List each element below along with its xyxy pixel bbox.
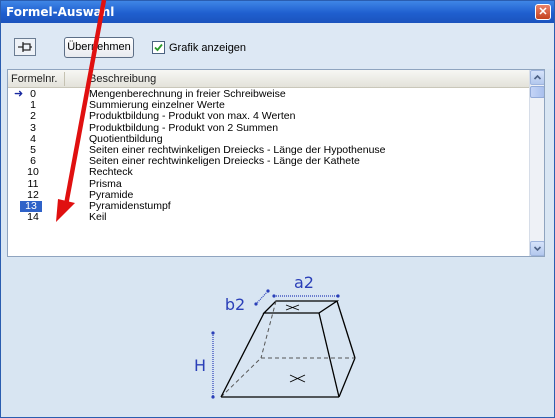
list-scrollbar[interactable] (529, 70, 544, 256)
show-graphic-label: Grafik anzeigen (169, 41, 247, 54)
table-row[interactable]: 11 Prisma (8, 177, 530, 190)
checkmark-icon (154, 43, 163, 52)
formula-description: Keil (89, 211, 107, 224)
scroll-thumb[interactable] (530, 86, 544, 98)
list-header: Formelnr. Beschreibung (8, 70, 530, 88)
formula-description: Prisma (89, 177, 122, 190)
column-header-formula-number[interactable]: Formelnr. (11, 73, 57, 85)
formula-number: 3 (30, 121, 36, 134)
formula-number: 14 (27, 211, 39, 224)
label-h: H (194, 356, 206, 375)
formula-list[interactable]: Formelnr. Beschreibung ➜ 0 Mengenberechn… (7, 69, 545, 257)
close-button[interactable]: ✕ (535, 4, 551, 20)
window-title: Formel-Auswahl (6, 5, 115, 19)
scroll-down-button[interactable] (530, 241, 544, 256)
list-rows: ➜ 0 Mengenberechnung in freier Schreibwe… (8, 89, 530, 223)
table-row[interactable]: 3 Produktbildung - Produkt von 2 Summen (8, 121, 530, 134)
table-row[interactable]: 2 Produktbildung - Produkt von max. 4 We… (8, 111, 530, 122)
apply-button[interactable]: Übernehmen (64, 37, 134, 58)
table-row[interactable]: 10 Rechteck (8, 167, 530, 178)
formula-number: 11 (27, 177, 39, 190)
table-row[interactable]: 14 Keil (8, 212, 530, 223)
formula-description: Rechteck (89, 166, 133, 179)
pin-icon (18, 42, 32, 52)
show-graphic-toggle[interactable]: Grafik anzeigen (152, 40, 246, 55)
formula-description: Produktbildung - Produkt von max. 4 Wert… (89, 110, 296, 123)
chevron-down-icon (533, 246, 542, 252)
scroll-up-button[interactable] (530, 70, 544, 85)
table-row[interactable]: ➜ 0 Mengenberechnung in freier Schreibwe… (8, 89, 530, 100)
column-separator[interactable] (64, 72, 65, 86)
table-row[interactable]: 12 Pyramide (8, 189, 530, 201)
table-row-selected[interactable]: 13 Pyramidenstumpf (8, 200, 530, 212)
show-graphic-checkbox[interactable] (152, 41, 165, 54)
frustum-diagram: a2 b2 H (194, 273, 356, 399)
formula-description: Produktbildung - Produkt von 2 Summen (89, 121, 279, 134)
column-header-description[interactable]: Beschreibung (89, 73, 156, 85)
formula-number: 10 (27, 166, 39, 179)
toolbar: Übernehmen Grafik anzeigen (1, 23, 554, 69)
table-row[interactable]: 6 Seiten einer rechtwinkeligen Dreiecks … (8, 156, 530, 167)
formula-graphic-panel: a2 b2 H (1, 258, 554, 417)
title-bar[interactable]: Formel-Auswahl ✕ (1, 1, 554, 23)
close-icon: ✕ (538, 6, 548, 18)
label-a2: a2 (294, 273, 314, 292)
formula-selection-window: Formel-Auswahl ✕ Übernehmen Grafik anzei… (0, 0, 555, 418)
pin-button[interactable] (14, 38, 36, 56)
label-b2: b2 (225, 295, 245, 314)
formula-number: 2 (30, 110, 36, 123)
chevron-up-icon (533, 74, 542, 80)
